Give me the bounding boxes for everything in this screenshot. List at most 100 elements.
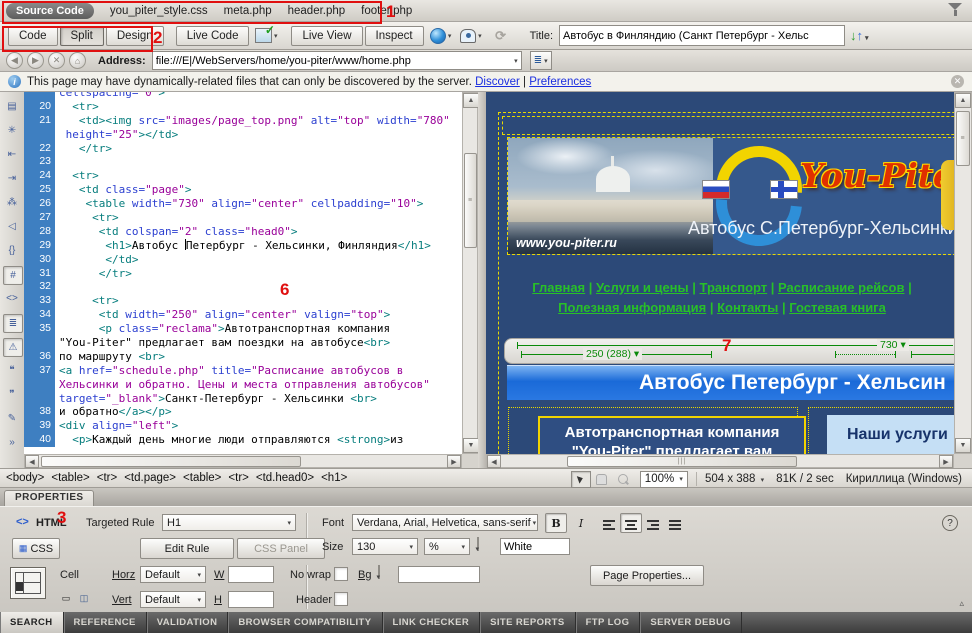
panel-collapse-icon[interactable]: ▵ xyxy=(959,598,964,609)
results-tab-site-reports[interactable]: SITE REPORTS xyxy=(480,612,575,633)
design-horizontal-scrollbar[interactable]: ◀ ||| ▶ xyxy=(486,454,954,468)
remove-comment-icon[interactable]: ❞ xyxy=(3,386,21,403)
forward-icon[interactable]: ▶ xyxy=(27,52,44,69)
file-management-icons[interactable]: ↓↑▾ xyxy=(850,28,869,43)
show-code-navigator-icon[interactable]: ✳ xyxy=(3,122,21,139)
visual-aids-icon[interactable]: ▾ xyxy=(459,26,483,46)
tag-selector-item[interactable]: <td.page> xyxy=(124,472,176,484)
cell-width-input[interactable] xyxy=(228,566,274,583)
code-line[interactable]: 31 </tr> xyxy=(24,267,462,281)
page-properties-button[interactable]: Page Properties... xyxy=(590,565,704,586)
site-nav-link[interactable]: Контакты xyxy=(717,300,778,315)
related-file-tab[interactable]: header.php xyxy=(288,5,346,17)
discover-link[interactable]: Discover xyxy=(475,76,520,88)
site-nav-link[interactable]: Услуги и цены xyxy=(596,280,689,295)
results-tab-search[interactable]: SEARCH xyxy=(0,612,64,633)
code-line[interactable]: 34 <td width="250" align="center" valign… xyxy=(24,308,462,322)
site-nav-link[interactable]: Главная xyxy=(532,280,585,295)
related-file-tab[interactable]: meta.php xyxy=(224,5,272,17)
code-line[interactable]: 21 <td><img src="images/page_top.png" al… xyxy=(24,114,462,128)
align-left-button[interactable] xyxy=(598,513,620,533)
size-unit-dropdown[interactable]: %▾ xyxy=(424,538,470,555)
address-input[interactable] xyxy=(153,54,512,68)
collapse-selection-icon[interactable]: ⇥ xyxy=(3,170,21,187)
put-file-icon[interactable]: ↑ xyxy=(857,28,864,43)
css-panel-button[interactable]: CSS Panel xyxy=(237,538,325,559)
live-code-button[interactable]: Live Code xyxy=(176,26,250,46)
page-h1-bar[interactable]: Автобус Петербург - Хельсин xyxy=(507,365,954,400)
site-banner[interactable]: www.you-piter.ru You-Piter Автобус С.Пет… xyxy=(507,137,954,255)
tag-selector-item[interactable]: <tr> xyxy=(97,472,117,484)
italic-button[interactable]: I xyxy=(570,513,592,533)
html-mode-button[interactable]: HTML xyxy=(36,517,67,529)
more-tools-chevron-icon[interactable]: » xyxy=(3,434,21,451)
code-line[interactable]: 23 xyxy=(24,155,462,169)
code-line[interactable]: 38и обратно</a></p> xyxy=(24,405,462,419)
site-nav-link[interactable]: Гостевая книга xyxy=(789,300,886,315)
text-color-swatch[interactable] xyxy=(477,537,479,551)
home-icon[interactable]: ⌂ xyxy=(69,52,86,69)
help-icon[interactable]: ? xyxy=(942,515,958,531)
check-browser-compatibility-icon[interactable]: ▾ xyxy=(254,26,278,46)
zoom-tool-icon[interactable] xyxy=(613,471,633,488)
code-line[interactable]: Хельсинки и обратно. Цены и места отправ… xyxy=(24,378,462,392)
code-line[interactable]: 32 xyxy=(24,280,462,294)
code-line[interactable]: 26 <table width="730" align="center" cel… xyxy=(24,197,462,211)
apply-comment-icon[interactable]: ❝ xyxy=(3,362,21,379)
bg-color-swatch[interactable] xyxy=(378,565,380,579)
close-infobar-icon[interactable]: ✕ xyxy=(951,75,964,88)
code-line[interactable]: 22 </tr> xyxy=(24,142,462,156)
targeted-rule-dropdown[interactable]: H1▾ xyxy=(162,514,296,531)
code-line[interactable]: 25 <td class="page"> xyxy=(24,183,462,197)
collapse-full-tag-icon[interactable]: ⇤ xyxy=(3,146,21,163)
vert-dropdown[interactable]: Default▾ xyxy=(140,591,206,608)
bg-color-input[interactable] xyxy=(398,566,480,583)
zoom-level-dropdown[interactable]: 100% ▾ xyxy=(640,471,688,488)
design-view-pane[interactable]: www.you-piter.ru You-Piter Автобус С.Пет… xyxy=(486,92,954,454)
code-line[interactable]: 36по маршруту <br> xyxy=(24,350,462,364)
design-vertical-scrollbar[interactable]: ▲ ≡ ▼ xyxy=(954,92,972,454)
split-view-button[interactable]: Split xyxy=(60,26,104,46)
code-view-button[interactable]: Code xyxy=(8,26,58,46)
highlight-invalid-code-icon[interactable]: <> xyxy=(3,290,21,307)
results-tab-server-debug[interactable]: SERVER DEBUG xyxy=(640,612,742,633)
table-width-indicator[interactable]: 730 ▾ 250 (288) ▾ xyxy=(504,338,954,364)
title-input[interactable] xyxy=(559,25,845,46)
merge-cells-icon[interactable]: ▭ xyxy=(58,591,74,606)
preview-in-browser-icon[interactable]: ▾ xyxy=(429,26,453,46)
stop-icon[interactable]: ✕ xyxy=(48,52,65,69)
code-line[interactable]: height="25"></td> xyxy=(24,128,462,142)
edit-rule-button[interactable]: Edit Rule xyxy=(140,538,234,559)
css-mode-button[interactable]: ▦CSS xyxy=(12,538,60,559)
nowrap-checkbox[interactable] xyxy=(334,567,348,581)
services-box[interactable]: Наши услуги xyxy=(827,415,954,454)
results-tab-ftp-log[interactable]: FTP LOG xyxy=(576,612,641,633)
code-line[interactable]: target="_blank">Санкт-Петербург - Хельси… xyxy=(24,392,462,406)
text-color-input[interactable] xyxy=(500,538,570,555)
tag-selector-item[interactable]: <h1> xyxy=(321,472,347,484)
code-line[interactable]: 35 <p class="reclama">Автотранспортная к… xyxy=(24,322,462,336)
site-nav-link[interactable]: Полезная информация xyxy=(558,300,706,315)
tag-selector-item[interactable]: <body> xyxy=(6,472,44,484)
code-horizontal-scrollbar[interactable]: ◀ ▶ xyxy=(24,454,462,468)
align-right-button[interactable] xyxy=(642,513,664,533)
code-line[interactable]: 33 <tr> xyxy=(24,294,462,308)
indent-code-icon[interactable]: ✎ xyxy=(3,410,21,427)
results-tab-link-checker[interactable]: LINK CHECKER xyxy=(383,612,481,633)
results-tab-reference[interactable]: REFERENCE xyxy=(64,612,147,633)
header-checkbox[interactable] xyxy=(334,592,348,606)
bold-button[interactable]: B xyxy=(545,513,567,533)
select-parent-tag-icon[interactable]: ◁ xyxy=(3,218,21,235)
window-size-dropdown[interactable]: 504 x 388 ▾ xyxy=(705,473,764,485)
code-line[interactable]: 27 <tr> xyxy=(24,211,462,225)
font-dropdown[interactable]: Verdana, Arial, Helvetica, sans-serif▾ xyxy=(352,514,538,531)
balance-braces-icon[interactable]: {} xyxy=(3,242,21,259)
design-view-button[interactable]: Design xyxy=(106,26,164,46)
code-line[interactable]: 20 <tr> xyxy=(24,100,462,114)
tag-selector-item[interactable]: <table> xyxy=(183,472,221,484)
related-files-options-icon[interactable]: ≣▾ xyxy=(530,51,552,70)
select-tool-icon[interactable] xyxy=(571,471,591,488)
site-nav-link[interactable]: Расписание рейсов xyxy=(778,280,904,295)
html-mode-icon[interactable]: <> xyxy=(16,516,29,528)
code-line[interactable]: 37<a href="schedule.php" title="Расписан… xyxy=(24,364,462,378)
